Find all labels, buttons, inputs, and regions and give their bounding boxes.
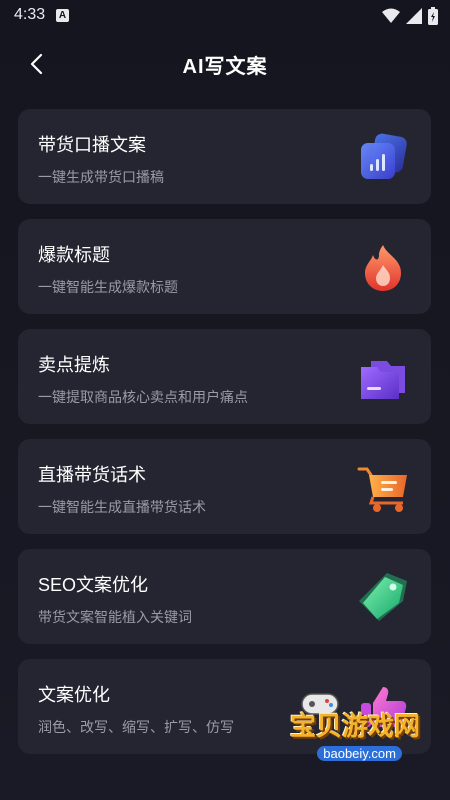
shopping-cart-icon	[357, 467, 407, 512]
card-subtitle: 带货文案智能植入关键词	[38, 609, 192, 625]
status-bar: 4:33 A	[0, 0, 450, 32]
card-title: 爆款标题	[38, 245, 110, 265]
card-selling-points[interactable]: 卖点提炼 一键提取商品核心卖点和用户痛点	[18, 329, 431, 424]
watermark: 宝贝游戏网 baobeiy.com	[270, 692, 420, 782]
watermark-url: baobeiy.com	[317, 746, 402, 761]
wifi-icon	[382, 8, 400, 23]
card-subtitle: 一键智能生成爆款标题	[38, 279, 178, 295]
header: AI写文案	[0, 40, 450, 88]
watermark-name: 宝贝游戏网	[289, 712, 420, 742]
card-live-talk[interactable]: 直播带货话术 一键智能生成直播带货话术	[18, 439, 431, 534]
card-title: SEO文案优化	[38, 575, 149, 595]
status-time: 4:33	[14, 6, 46, 23]
card-live-script[interactable]: 带货口播文案 一键生成带货口播稿	[18, 109, 431, 204]
page-title: AI写文案	[182, 56, 268, 78]
battery-icon	[428, 7, 438, 25]
card-title: 文案优化	[38, 685, 110, 705]
card-title: 卖点提炼	[38, 355, 110, 375]
card-subtitle: 润色、改写、缩写、扩写、仿写	[38, 719, 234, 735]
tag-icon	[359, 573, 407, 621]
folder-icon	[361, 361, 405, 399]
card-title: 带货口播文案	[38, 135, 146, 155]
notification-icon: A	[56, 9, 69, 22]
card-title: 直播带货话术	[38, 465, 146, 485]
card-subtitle: 一键智能生成直播带货话术	[38, 499, 206, 515]
card-hot-title[interactable]: 爆款标题 一键智能生成爆款标题	[18, 219, 431, 314]
card-subtitle: 一键生成带货口播稿	[38, 169, 164, 185]
flame-icon	[365, 245, 401, 291]
chart-cards-icon	[361, 133, 407, 179]
card-subtitle: 一键提取商品核心卖点和用户痛点	[38, 389, 248, 405]
signal-icon	[406, 8, 422, 24]
status-icons	[382, 7, 438, 25]
card-seo[interactable]: SEO文案优化 带货文案智能植入关键词	[18, 549, 431, 644]
